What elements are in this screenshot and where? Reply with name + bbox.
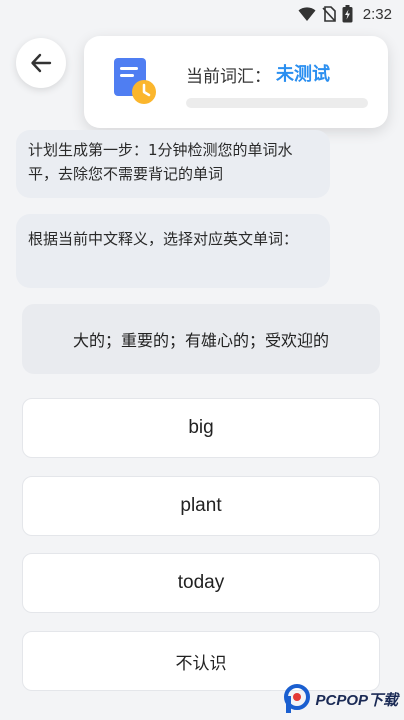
document-clock-icon <box>114 58 156 104</box>
answer-option-1[interactable]: big <box>22 398 380 458</box>
watermark: PCPOP下载 <box>283 682 398 716</box>
watermark-text: PCPOP下载 <box>315 691 398 709</box>
arrow-left-icon <box>31 53 52 73</box>
answer-option-3[interactable]: today <box>22 553 380 613</box>
no-sim-icon <box>322 6 336 22</box>
chat-message: 根据当前中文释义，选择对应英文单词： <box>16 214 330 288</box>
answer-option-label: big <box>188 417 214 438</box>
status-time: 2:32 <box>362 5 392 23</box>
battery-charging-icon <box>342 5 353 23</box>
answer-option-2[interactable]: plant <box>22 476 380 536</box>
question-meaning: 大的；重要的；有雄心的；受欢迎的 <box>22 304 380 374</box>
vocabulary-progress-bar <box>186 98 368 108</box>
vocabulary-level-card: 当前词汇： 未测试 <box>84 36 388 128</box>
back-button[interactable] <box>16 38 66 88</box>
answer-option-label: 不认识 <box>175 653 227 674</box>
vocabulary-label: 当前词汇： <box>186 67 271 87</box>
answer-option-label: today <box>177 572 225 593</box>
answer-option-label: plant <box>180 495 222 516</box>
pcpop-logo-icon <box>284 684 311 713</box>
chat-message: 计划生成第一步：1分钟检测您的单词水平，去除您不需要背记的单词 <box>16 130 330 198</box>
status-bar: 2:32 <box>0 0 404 28</box>
vocabulary-value: 未测试 <box>276 64 330 85</box>
wifi-icon <box>298 7 316 21</box>
